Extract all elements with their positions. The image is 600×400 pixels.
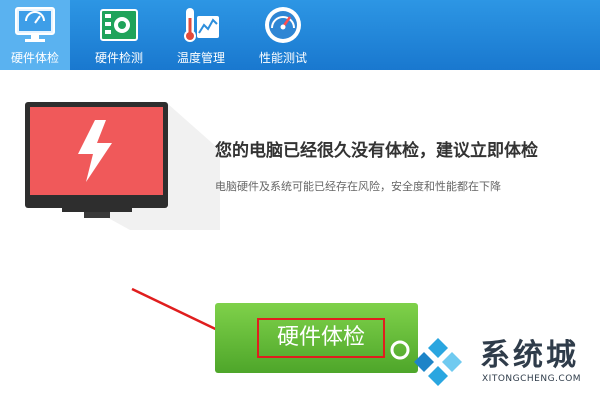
tab-label: 性能测试: [258, 51, 307, 65]
circuit-board-icon: [100, 9, 138, 41]
checkup-warning-title: 您的电脑已经很久没有体检，建议立即体检: [215, 141, 538, 161]
watermark-site-url: XITONGCHENG.COM: [482, 374, 582, 384]
tab-label: 硬件体检: [10, 51, 59, 65]
tab-hardware-detection[interactable]: 硬件检测: [80, 0, 158, 70]
speedometer-icon: [265, 7, 301, 43]
watermark-logo-icon: [390, 338, 462, 386]
watermark-site-name: 系统城: [480, 338, 579, 373]
lightning-monitor-icon: [25, 102, 220, 230]
hardware-checkup-button-label: 硬件体检: [257, 318, 385, 358]
tab-performance-test[interactable]: 性能测试: [250, 0, 316, 70]
tab-hardware-checkup[interactable]: 硬件体检: [0, 0, 70, 70]
tab-label: 温度管理: [176, 51, 225, 65]
tab-label: 硬件检测: [94, 51, 143, 65]
tab-temperature-management[interactable]: 温度管理: [168, 0, 234, 70]
top-toolbar: 硬件体检 硬件检测 温度管理 性能测试: [0, 0, 600, 70]
monitor-check-icon: [15, 7, 55, 42]
checkup-warning-description: 电脑硬件及系统可能已经存在风险，安全度和性能都在下降: [215, 180, 501, 193]
thermometer-chart-icon: [184, 8, 219, 42]
